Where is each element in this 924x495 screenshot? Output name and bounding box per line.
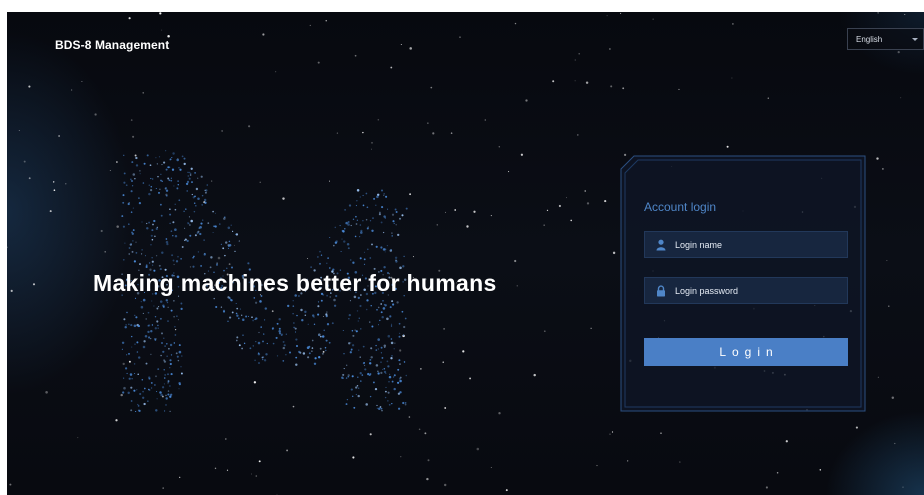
login-name-input[interactable] [675,232,845,257]
lock-icon [657,285,665,297]
login-password-field[interactable] [644,277,848,304]
user-icon [656,239,666,251]
login-panel: Account login Login [620,155,866,412]
app-title: BDS-8 Management [55,38,170,52]
login-button[interactable]: Login [644,338,848,366]
login-title: Account login [644,200,717,214]
language-select[interactable]: English [847,28,924,50]
language-select-value: English [856,35,883,44]
login-name-field[interactable] [644,231,848,258]
chevron-down-icon [912,38,918,41]
hero-slogan: Making machines better for humans [93,270,497,296]
login-page-background: BDS-8 Management English Making machines… [7,12,924,495]
login-password-input[interactable] [675,278,845,303]
